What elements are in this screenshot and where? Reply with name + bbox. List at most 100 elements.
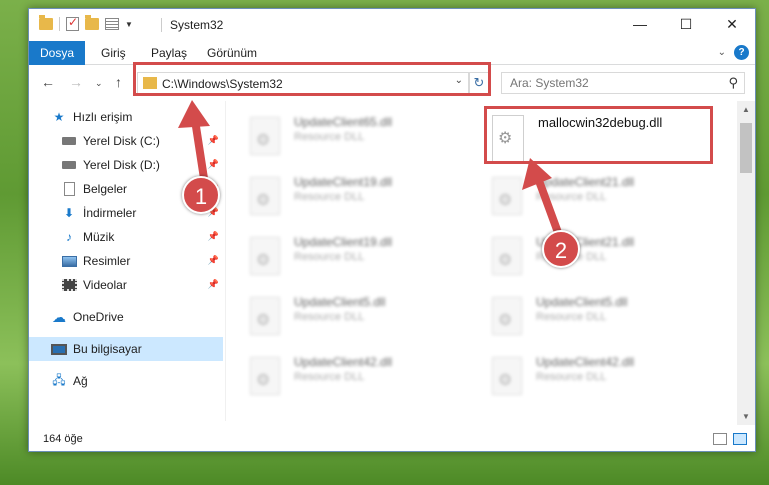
sidebar-item-local-disk-c[interactable]: Yerel Disk (C:) 📌 — [29, 129, 223, 153]
pin-icon[interactable]: 📌 — [208, 159, 219, 170]
list-item[interactable]: UpdateClient42.dll Resource DLL — [250, 351, 392, 407]
new-folder-icon[interactable] — [85, 15, 99, 30]
details-view-icon[interactable] — [713, 433, 727, 445]
dll-file-icon — [250, 237, 280, 275]
list-item[interactable]: UpdateClient5.dll Resource DLL — [250, 291, 385, 347]
file-type: Resource DLL — [536, 311, 607, 323]
sidebar-item-label: Bu bilgisayar — [73, 342, 142, 356]
minimize-button[interactable]: — — [617, 9, 663, 39]
dll-file-icon — [250, 117, 280, 155]
sidebar-item-label: Videolar — [83, 278, 127, 292]
navigation-pane: ★ Hızlı erişim Yerel Disk (C:) 📌 Yerel D… — [29, 105, 225, 415]
list-item[interactable]: UpdateClient5.dll Resource DLL — [492, 291, 627, 347]
pin-icon[interactable]: 📌 — [208, 279, 219, 290]
pictures-icon — [61, 254, 77, 268]
toolbar-divider — [59, 17, 60, 31]
sidebar-item-local-disk-d[interactable]: Yerel Disk (D:) 📌 — [29, 153, 223, 177]
recent-locations-chevron-icon[interactable]: ⌄ — [95, 78, 103, 89]
scroll-up-icon[interactable]: ▲ — [742, 105, 750, 114]
sidebar-item-label: Belgeler — [83, 182, 128, 196]
sidebar-item-pictures[interactable]: Resimler 📌 — [29, 249, 223, 273]
download-icon: ⬇ — [63, 206, 75, 220]
video-icon — [61, 278, 77, 292]
sidebar-item-onedrive[interactable]: ☁ OneDrive — [29, 305, 223, 329]
file-type: Resource DLL — [294, 131, 365, 143]
large-icons-view-icon[interactable] — [733, 433, 747, 445]
sidebar-item-label: Hızlı erişim — [73, 110, 133, 124]
computer-icon — [51, 342, 67, 356]
cloud-icon: ☁ — [52, 308, 66, 325]
list-item[interactable]: UpdateClient21.dll Resource DLL — [492, 171, 634, 227]
sidebar-item-label: Ağ — [73, 374, 88, 388]
file-name: UpdateClient21.dll — [536, 175, 635, 189]
target-file-highlight — [484, 106, 713, 164]
pin-icon[interactable]: 📌 — [208, 255, 219, 266]
properties-check-icon[interactable] — [66, 15, 79, 31]
forward-arrow-icon[interactable]: → — [69, 74, 83, 90]
search-input[interactable] — [502, 73, 712, 93]
back-arrow-icon[interactable]: ← — [41, 74, 55, 90]
sidebar-item-label: İndirmeler — [83, 206, 137, 220]
close-button[interactable]: ✕ — [709, 9, 755, 39]
file-type: Resource DLL — [294, 251, 365, 263]
sidebar-item-this-pc[interactable]: Bu bilgisayar — [29, 337, 223, 361]
folder-icon — [39, 15, 53, 30]
quick-access-toolbar: ▼ — [39, 15, 133, 31]
dll-file-icon — [250, 357, 280, 395]
vertical-scrollbar[interactable]: ▲ ▼ — [737, 101, 755, 425]
file-name: UpdateClient42.dll — [536, 355, 635, 369]
dll-file-icon — [492, 237, 522, 275]
file-type: Resource DLL — [294, 311, 365, 323]
tab-home[interactable]: Giriş — [101, 41, 126, 65]
search-box[interactable]: ⚲ — [501, 72, 745, 94]
list-item[interactable]: UpdateClient19.dll Resource DLL — [250, 171, 392, 227]
file-type: Resource DLL — [294, 191, 365, 203]
address-bar-highlight — [133, 62, 491, 96]
window-controls: — ☐ ✕ — [617, 9, 755, 39]
scrollbar-thumb[interactable] — [740, 123, 752, 173]
pin-icon[interactable]: 📌 — [208, 135, 219, 146]
up-arrow-icon[interactable]: ↑ — [115, 74, 122, 90]
callout-badge-two: 2 — [542, 230, 580, 268]
file-type: Resource DLL — [294, 371, 365, 383]
help-icon[interactable]: ? — [734, 45, 749, 60]
sidebar-item-label: Yerel Disk (D:) — [83, 158, 160, 172]
title-bar: ▼ System32 — ☐ ✕ — [29, 9, 755, 41]
file-name: UpdateClient42.dll — [294, 355, 393, 369]
file-name: UpdateClient19.dll — [294, 235, 393, 249]
ribbon-right-controls: ⌄ ? — [718, 45, 749, 60]
sidebar-item-quick-access[interactable]: ★ Hızlı erişim — [29, 105, 223, 129]
scroll-down-icon[interactable]: ▼ — [742, 412, 750, 421]
expand-ribbon-chevron-icon[interactable]: ⌄ — [718, 47, 726, 58]
star-icon: ★ — [53, 110, 65, 124]
search-icon[interactable]: ⚲ — [728, 75, 738, 91]
tab-file[interactable]: Dosya — [29, 41, 85, 65]
music-icon: ♪ — [66, 230, 72, 244]
dll-file-icon — [250, 297, 280, 335]
file-type: Resource DLL — [536, 371, 607, 383]
sidebar-item-music[interactable]: ♪ Müzik 📌 — [29, 225, 223, 249]
dll-file-icon — [492, 297, 522, 335]
callout-badge-one: 1 — [182, 176, 220, 214]
file-name: UpdateClient5.dll — [536, 295, 628, 309]
sidebar-item-network[interactable]: 🖧 Ağ — [29, 369, 223, 393]
title-divider — [161, 18, 162, 32]
list-item[interactable]: UpdateClient19.dll Resource DLL — [250, 231, 392, 287]
pin-icon[interactable]: 📌 — [208, 231, 219, 242]
dll-file-icon — [492, 357, 522, 395]
drive-icon — [61, 134, 77, 148]
file-name: UpdateClient5.dll — [294, 295, 386, 309]
view-switcher — [713, 433, 747, 445]
sidebar-item-label: Müzik — [83, 230, 115, 244]
sidebar-item-videos[interactable]: Videolar 📌 — [29, 273, 223, 297]
list-item[interactable]: UpdateClient42.dll Resource DLL — [492, 351, 634, 407]
file-name: UpdateClient65.dll — [294, 115, 393, 129]
document-icon — [61, 182, 77, 196]
customize-toolbar-chevron-icon[interactable]: ▼ — [125, 20, 133, 29]
sidebar-item-label: Yerel Disk (C:) — [83, 134, 160, 148]
list-item[interactable]: UpdateClient65.dll Resource DLL — [250, 111, 392, 167]
file-type: Resource DLL — [536, 191, 607, 203]
view-properties-icon[interactable] — [105, 18, 119, 30]
maximize-button[interactable]: ☐ — [663, 9, 709, 39]
dll-file-icon — [492, 177, 522, 215]
